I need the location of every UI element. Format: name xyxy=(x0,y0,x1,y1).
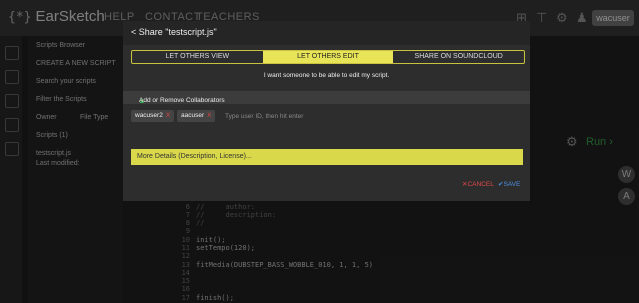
share-modal: < Share "testscript.js" LET OTHERS VIEW … xyxy=(123,21,530,201)
collaborator-input[interactable] xyxy=(225,111,385,121)
share-tabs: LET OTHERS VIEW LET OTHERS EDIT SHARE ON… xyxy=(131,50,525,64)
collaborator-chip: wacuser2 X xyxy=(131,110,175,122)
remove-collaborator-icon[interactable]: X xyxy=(166,112,170,119)
tab-let-others-edit[interactable]: LET OTHERS EDIT xyxy=(262,51,394,63)
tab-let-others-view[interactable]: LET OTHERS VIEW xyxy=(132,51,263,63)
remove-collaborator-icon[interactable]: X xyxy=(207,112,211,119)
modal-title: < Share "testscript.js" xyxy=(131,27,217,37)
collaborators-header: ♟ Add or Remove Collaborators xyxy=(123,91,530,105)
modal-header: < Share "testscript.js" xyxy=(123,21,530,45)
collaborators-field: wacuser2 X aacuser X xyxy=(131,109,523,123)
tab-share-on-soundcloud[interactable]: SHARE ON SOUNDCLOUD xyxy=(393,51,524,63)
collaborator-chip: aacuser X xyxy=(177,110,216,122)
share-icon: < xyxy=(131,27,137,37)
cancel-button[interactable]: ✕CANCEL xyxy=(462,180,494,188)
save-button[interactable]: ✔SAVE xyxy=(498,180,520,188)
more-details-button[interactable]: More Details (Description, License)... xyxy=(131,149,523,165)
share-description: I want someone to be able to edit my scr… xyxy=(263,72,390,79)
